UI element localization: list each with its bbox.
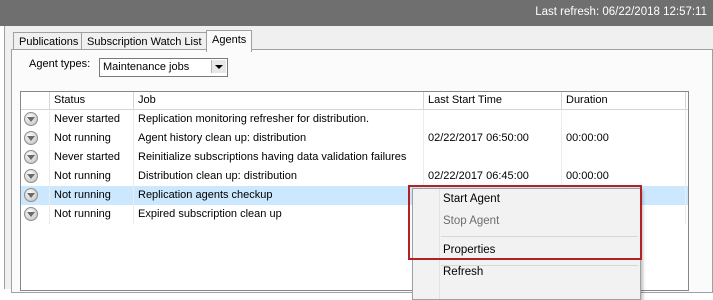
- row-job: Replication agents checkup: [134, 186, 424, 205]
- column-header-status[interactable]: Status: [50, 92, 134, 109]
- row-status: Not running: [50, 167, 134, 186]
- last-refresh-text: Last refresh: 06/22/2018 12:57:11: [535, 6, 707, 18]
- agent-status-icon: [24, 169, 38, 183]
- row-duration: [562, 148, 686, 167]
- row-last-start: 02/22/2017 06:45:00: [424, 167, 562, 186]
- column-header-job[interactable]: Job: [134, 92, 424, 109]
- table-row[interactable]: Not running Distribution clean up: distr…: [21, 167, 688, 186]
- table-row[interactable]: Never started Reinitialize subscriptions…: [21, 148, 688, 167]
- agent-types-value: Maintenance jobs: [103, 61, 190, 73]
- row-status: Not running: [50, 186, 134, 205]
- agent-status-icon: [24, 131, 38, 145]
- annotation-highlight-box: [408, 185, 642, 260]
- agent-types-label: Agent types:: [29, 58, 91, 70]
- agent-status-icon: [24, 150, 38, 164]
- title-bar: Last refresh: 06/22/2018 12:57:11: [0, 0, 713, 26]
- agent-types-dropdown[interactable]: Maintenance jobs: [99, 58, 228, 77]
- row-job: Distribution clean up: distribution: [134, 167, 424, 186]
- tab-agents[interactable]: Agents: [206, 30, 253, 52]
- row-status: Not running: [50, 205, 134, 224]
- row-last-start: 02/22/2017 06:50:00: [424, 129, 562, 148]
- agent-status-icon: [24, 207, 38, 221]
- table-row[interactable]: Not running Agent history clean up: dist…: [21, 129, 688, 148]
- row-duration: [562, 110, 686, 129]
- agent-status-icon: [24, 112, 38, 126]
- row-duration: 00:00:00: [562, 129, 686, 148]
- row-job: Agent history clean up: distribution: [134, 129, 424, 148]
- column-header-last-start-time[interactable]: Last Start Time: [424, 92, 562, 109]
- menu-item-refresh[interactable]: Refresh: [443, 262, 483, 282]
- row-status: Never started: [50, 148, 134, 167]
- row-status: Not running: [50, 129, 134, 148]
- column-header-icon[interactable]: [21, 92, 50, 109]
- row-last-start: [424, 148, 562, 167]
- grid-header: Status Job Last Start Time Duration: [21, 92, 688, 110]
- row-job: Reinitialize subscriptions having data v…: [134, 148, 424, 167]
- table-row[interactable]: Never started Replication monitoring ref…: [21, 110, 688, 129]
- column-header-duration[interactable]: Duration: [562, 92, 686, 109]
- row-duration: 00:00:00: [562, 167, 686, 186]
- row-status: Never started: [50, 110, 134, 129]
- row-job: Expired subscription clean up: [134, 205, 424, 224]
- row-job: Replication monitoring refresher for dis…: [134, 110, 424, 129]
- chevron-down-icon[interactable]: [211, 60, 226, 73]
- agent-status-icon: [24, 188, 38, 202]
- row-last-start: [424, 110, 562, 129]
